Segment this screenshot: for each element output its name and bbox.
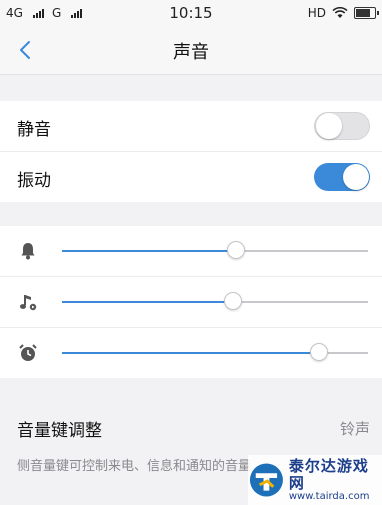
ringtone-volume-row	[0, 226, 382, 277]
slider-fill	[62, 250, 237, 252]
ringtone-volume-slider[interactable]	[62, 241, 368, 259]
battery-level	[356, 9, 370, 17]
mute-label: 静音	[17, 120, 51, 140]
page-title: 声音	[173, 42, 209, 63]
vibrate-label: 振动	[17, 171, 51, 191]
toggle-knob	[316, 113, 342, 139]
watermark-line2: www.tairda.com	[288, 491, 370, 502]
alarm-volume-row	[0, 328, 382, 378]
battery-icon	[354, 7, 379, 19]
vibrate-toggle[interactable]	[314, 163, 370, 191]
hd-label: HD	[307, 6, 326, 20]
volume-key-row[interactable]: 音量键调整 铃声	[0, 402, 382, 452]
slider-fill	[62, 301, 234, 303]
status-right: HD	[307, 6, 379, 20]
mute-toggle[interactable]	[314, 112, 370, 140]
alarm-volume-slider[interactable]	[62, 343, 368, 361]
watermark: 泰尔达游戏网 www.tairda.com	[248, 455, 382, 505]
toggle-knob	[343, 164, 369, 190]
music-note-icon	[20, 295, 37, 311]
volume-group	[0, 226, 382, 378]
watermark-logo-icon	[249, 463, 283, 497]
status-bar: 4G G 10:15 HD	[0, 0, 382, 26]
bell-icon	[21, 243, 35, 260]
media-volume-slider[interactable]	[62, 292, 368, 310]
media-volume-row	[0, 277, 382, 328]
toggle-group: 静音 振动	[0, 101, 382, 202]
watermark-line1: 泰尔达游戏网	[288, 457, 369, 492]
volume-key-value: 铃声	[339, 420, 370, 438]
volume-key-label: 音量键调整	[17, 421, 102, 441]
nav-bar: 声音	[0, 26, 382, 75]
alarm-clock-icon	[19, 344, 37, 361]
vibrate-row: 振动	[0, 152, 382, 202]
slider-fill	[62, 352, 320, 354]
wifi-icon	[332, 7, 348, 18]
slider-thumb[interactable]	[224, 292, 243, 310]
mute-row: 静音	[0, 101, 382, 152]
slider-thumb[interactable]	[310, 343, 329, 361]
watermark-text: 泰尔达游戏网 www.tairda.com	[289, 458, 382, 502]
volume-key-description: 侧音量键可控制来电、信息和通知的音量	[17, 459, 252, 474]
slider-thumb[interactable]	[227, 241, 246, 259]
